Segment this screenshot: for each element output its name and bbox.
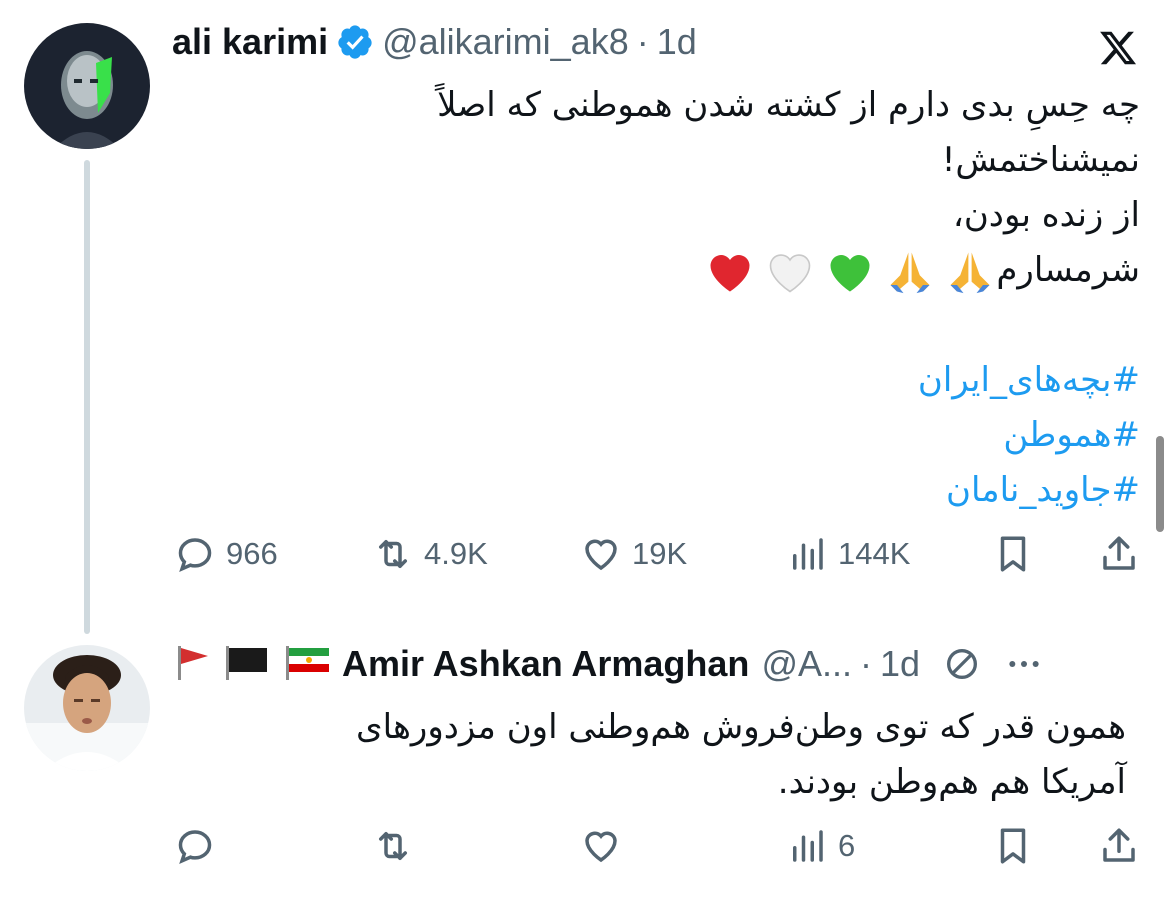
red-heart-emoji [710, 254, 750, 291]
text-line: از زنده بودن، [952, 195, 1140, 235]
author-handle[interactable]: @A... [761, 643, 852, 685]
bookmark-icon [1000, 536, 1026, 572]
bookmark-button[interactable] [992, 816, 1034, 876]
tweet-reply-amir[interactable]: Amir Ashkan Armaghan @A... · 1d همون قدر… [0, 620, 1170, 897]
timestamp[interactable]: 1d [657, 21, 697, 63]
white-heart-emoji [770, 253, 811, 292]
text-line: نمیشناختمش! [941, 140, 1140, 180]
emoji-group [704, 246, 996, 298]
green-heart-emoji [830, 254, 870, 291]
repost-button[interactable] [372, 816, 424, 876]
reply-icon [178, 538, 212, 573]
more-options-icon[interactable] [1004, 644, 1044, 684]
action-bar: 966 4.9K 19K 144K [0, 524, 1170, 584]
views-chart-icon [793, 538, 823, 570]
repost-icon [379, 540, 407, 568]
black-flag-icon [222, 642, 272, 686]
share-button[interactable] [1098, 524, 1140, 584]
bookmark-button[interactable] [992, 524, 1034, 584]
share-icon [1103, 828, 1135, 862]
text-line: آمریکا هم هم‌وطن بودند. [777, 762, 1126, 802]
tweet-header: Amir Ashkan Armaghan @A... · 1d [172, 640, 1044, 688]
timestamp[interactable]: 1d [880, 643, 920, 685]
author-name[interactable]: ali karimi [172, 21, 328, 63]
bookmark-icon [1000, 828, 1026, 864]
hashtag-link[interactable]: #بچه‌های_ایران [320, 353, 1140, 408]
reply-button[interactable] [174, 816, 226, 876]
heart-icon [585, 831, 617, 863]
folded-hands-emoji [950, 252, 990, 293]
separator-dot: · [860, 643, 872, 684]
iran-lion-sun-flag-icon [282, 642, 332, 686]
text-line: چه حِسِ بدی دارم از کشته شدن هموطنی که ا… [437, 85, 1140, 125]
text-line: شرمسارم [996, 250, 1140, 290]
tweet-ali-karimi[interactable]: ali karimi @alikarimi_ak8 · 1d چه حِسِ ب… [0, 0, 1170, 634]
repost-button[interactable]: 4.9K [372, 524, 488, 584]
repost-icon [379, 832, 407, 860]
views-button[interactable]: 144K [786, 524, 910, 584]
paragraph-break [320, 298, 1140, 353]
scrollbar[interactable] [1156, 436, 1164, 532]
avatar[interactable] [24, 645, 150, 771]
share-icon [1103, 536, 1135, 570]
like-button[interactable]: 19K [580, 524, 687, 584]
view-count: 144K [838, 536, 911, 571]
action-bar: 6 [0, 816, 1170, 876]
tweet-text: همون قدر که توی وطن‌فروش هم‌وطنی اون مزد… [246, 700, 1126, 810]
like-button[interactable] [580, 816, 632, 876]
tweet-header: ali karimi @alikarimi_ak8 · 1d [172, 18, 697, 66]
repost-count: 4.9K [424, 536, 488, 571]
view-count: 6 [838, 828, 856, 863]
heart-icon [585, 539, 617, 571]
folded-hands-emoji [890, 252, 930, 293]
hashtag-link[interactable]: #هموطن [320, 408, 1140, 463]
hashtag-link[interactable]: #جاوید_نامان [320, 463, 1140, 518]
grok-icon[interactable] [942, 644, 982, 684]
reply-count: 966 [226, 536, 278, 571]
text-line: همون قدر که توی وطن‌فروش هم‌وطنی اون مزد… [356, 707, 1126, 747]
text-line-with-emojis: شرمسارم [320, 243, 1140, 298]
avatar[interactable] [24, 23, 150, 149]
views-button[interactable]: 6 [786, 816, 855, 876]
verified-badge-icon [338, 25, 372, 59]
author-handle[interactable]: @alikarimi_ak8 [382, 21, 629, 63]
red-flag-icon [172, 642, 212, 686]
x-logo-icon[interactable] [1098, 28, 1138, 68]
author-name[interactable]: Amir Ashkan Armaghan [342, 643, 749, 685]
views-chart-icon [793, 830, 823, 862]
reply-button[interactable]: 966 [174, 524, 278, 584]
like-count: 19K [632, 536, 688, 571]
tweet-text: چه حِسِ بدی دارم از کشته شدن هموطنی که ا… [320, 78, 1140, 518]
separator-dot: · [636, 21, 649, 62]
reply-icon [178, 830, 212, 865]
share-button[interactable] [1098, 816, 1140, 876]
